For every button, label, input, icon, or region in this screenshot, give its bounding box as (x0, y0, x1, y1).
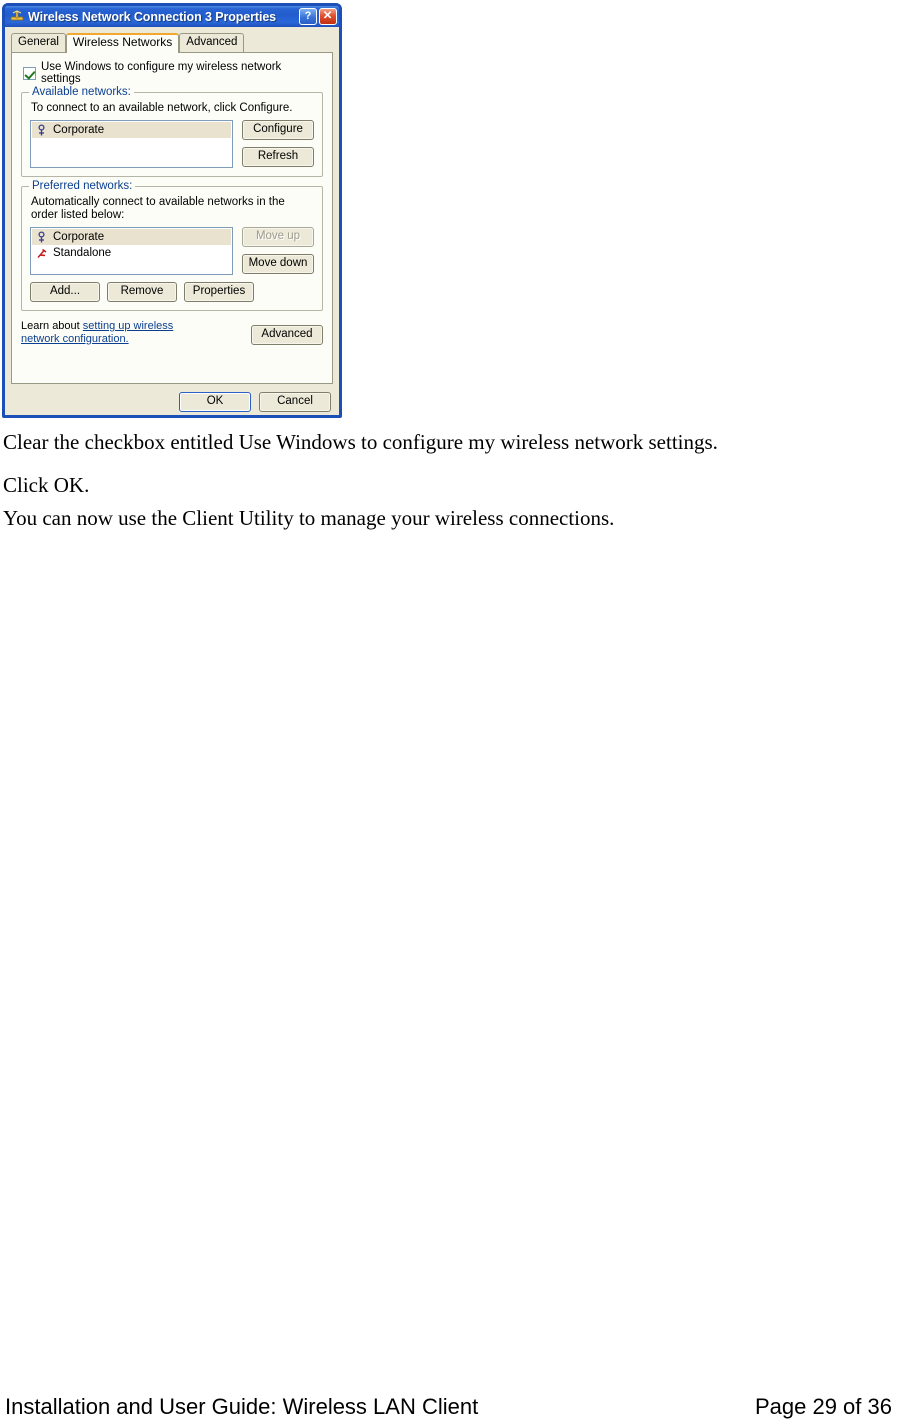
use-windows-checkbox-label: Use Windows to configure my wireless net… (41, 61, 282, 85)
page-footer: Installation and User Guide: Wireless LA… (0, 1393, 898, 1421)
advanced-button[interactable]: Advanced (251, 325, 323, 345)
instruction-paragraph-2: Click OK. (3, 473, 90, 497)
tab-strip: General Wireless Networks Advanced (11, 31, 333, 53)
footer-page-number: Page 29 of 36 (754, 1394, 892, 1419)
preferred-networks-description: Automatically connect to available netwo… (31, 196, 285, 221)
move-down-button[interactable]: Move down (242, 254, 314, 274)
preferred-networks-group: Preferred networks: Automatically connec… (21, 180, 323, 311)
tab-wireless-networks[interactable]: Wireless Networks (65, 33, 180, 53)
available-networks-legend: Available networks: (29, 86, 134, 98)
available-networks-group: Available networks: To connect to an ava… (21, 86, 323, 177)
instruction-paragraph-3: You can now use the Client Utility to ma… (3, 506, 615, 530)
titlebar-buttons: ? ✕ (299, 8, 337, 25)
help-button[interactable]: ? (299, 8, 317, 25)
move-up-button[interactable]: Move up (242, 227, 314, 247)
tab-advanced[interactable]: Advanced (179, 33, 245, 52)
tab-general[interactable]: General (11, 33, 66, 52)
remove-button[interactable]: Remove (107, 282, 177, 302)
learn-about-text: Learn about setting up wireless network … (21, 320, 211, 345)
use-windows-checkbox[interactable] (23, 66, 36, 80)
available-networks-buttons: Configure Refresh (242, 120, 314, 167)
list-item[interactable]: Standalone (32, 245, 231, 261)
dialog-titlebar[interactable]: Wireless Network Connection 3 Properties… (5, 6, 339, 27)
instruction-paragraph-1: Clear the checkbox entitled Use Windows … (3, 430, 718, 454)
list-item-label: Standalone (53, 247, 112, 259)
ok-button[interactable]: OK (179, 392, 251, 412)
wireless-network-properties-dialog: Wireless Network Connection 3 Properties… (2, 3, 342, 418)
preferred-networks-action-buttons: Add... Remove Properties (30, 282, 314, 302)
close-icon[interactable]: ✕ (319, 8, 337, 25)
cancel-button[interactable]: Cancel (259, 392, 331, 412)
list-item[interactable]: Corporate (32, 122, 231, 138)
use-windows-checkbox-row[interactable]: Use Windows to configure my wireless net… (23, 61, 323, 85)
properties-button[interactable]: Properties (184, 282, 254, 302)
list-item[interactable]: Corporate (32, 229, 231, 245)
list-item-label: Corporate (53, 231, 105, 243)
ad-hoc-network-icon (35, 247, 48, 260)
available-networks-description: To connect to an available network, clic… (31, 102, 293, 114)
learn-about-row: Learn about setting up wireless network … (21, 320, 323, 345)
available-networks-row: Corporate Configure Refresh (30, 120, 314, 168)
available-networks-listbox[interactable]: Corporate (30, 120, 233, 168)
preferred-networks-legend: Preferred networks: (29, 180, 136, 192)
access-point-icon (35, 230, 48, 244)
wireless-networks-panel: Use Windows to configure my wireless net… (11, 52, 333, 384)
preferred-networks-row: Corporate Standalone Move up Move down (30, 227, 314, 275)
dialog-title: Wireless Network Connection 3 Properties (28, 9, 277, 24)
refresh-button[interactable]: Refresh (242, 147, 314, 167)
preferred-networks-order-buttons: Move up Move down (242, 227, 314, 274)
list-item-label: Corporate (53, 124, 105, 136)
preferred-networks-listbox[interactable]: Corporate Standalone (30, 227, 233, 275)
footer-document-title: Installation and User Guide: Wireless LA… (5, 1394, 479, 1419)
learn-about-prefix: Learn about (21, 320, 83, 332)
access-point-icon (35, 123, 48, 137)
configure-button[interactable]: Configure (242, 120, 314, 140)
network-adapter-icon (9, 9, 25, 24)
dialog-footer: OK Cancel (5, 392, 331, 412)
add-button[interactable]: Add... (30, 282, 100, 302)
